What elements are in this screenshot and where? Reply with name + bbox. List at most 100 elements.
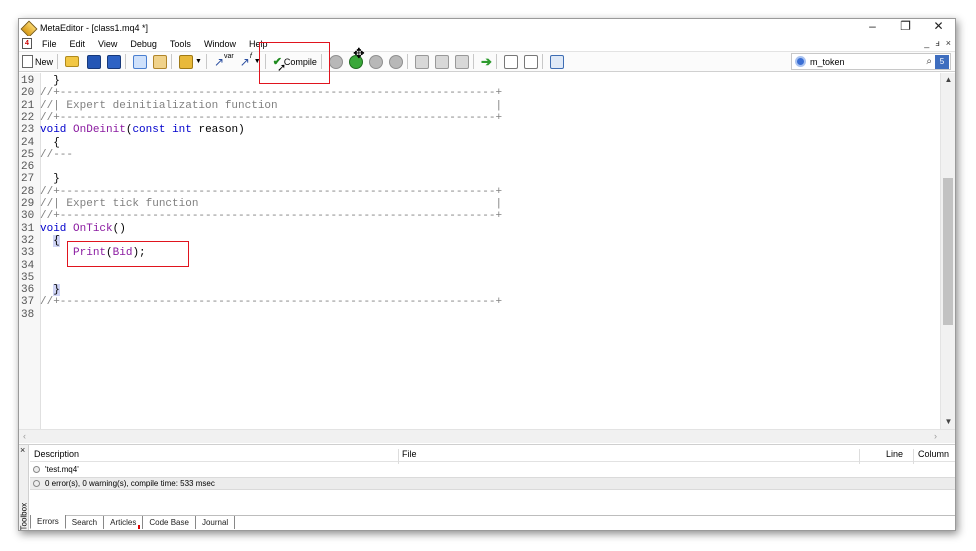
step-into-button[interactable] bbox=[414, 53, 429, 70]
folder-icon bbox=[65, 56, 80, 67]
code-line[interactable]: 21 //| Expert deinitialization function | bbox=[19, 100, 941, 112]
search-box[interactable]: m_token ⌕ 5 bbox=[791, 53, 951, 70]
find-button[interactable] bbox=[523, 53, 538, 70]
scroll-left-icon[interactable]: ‹ bbox=[23, 431, 26, 441]
copy-button[interactable] bbox=[503, 53, 518, 70]
code-text: //+-------------------------------------… bbox=[40, 185, 503, 198]
search-scope-icon[interactable] bbox=[795, 56, 806, 67]
scroll-right-icon[interactable]: › bbox=[934, 431, 937, 441]
mdi-minimize-button[interactable]: _ bbox=[924, 36, 929, 51]
code-text: //| Expert tick function | bbox=[40, 198, 503, 210]
code-line[interactable]: 26 bbox=[19, 161, 941, 173]
function-list-button[interactable]: ↗ f ▼ bbox=[240, 53, 261, 70]
start-real-button[interactable] bbox=[328, 53, 343, 70]
new-button[interactable]: New bbox=[22, 53, 53, 70]
code-line[interactable]: 23 void OnDeinit(const int reason) bbox=[19, 124, 941, 136]
open-button[interactable] bbox=[65, 53, 80, 70]
scroll-down-icon[interactable]: ▼ bbox=[941, 415, 955, 429]
line-number: 29 bbox=[21, 198, 35, 210]
code-line[interactable]: 28 //+-----------------------------------… bbox=[19, 186, 941, 198]
list-names-button[interactable]: ↗ var bbox=[214, 53, 234, 70]
code-line[interactable]: 24 { bbox=[19, 137, 941, 149]
mdi-close-button[interactable]: × bbox=[946, 36, 951, 51]
step-over-button[interactable] bbox=[434, 53, 449, 70]
pause-button[interactable] bbox=[368, 53, 383, 70]
horizontal-scrollbar[interactable]: ‹ › bbox=[19, 429, 955, 443]
step-into-icon bbox=[414, 54, 429, 69]
column-divider[interactable] bbox=[859, 449, 860, 464]
code-line[interactable]: 27 } bbox=[19, 173, 941, 185]
document-icon[interactable]: 4 bbox=[22, 38, 32, 49]
code-line[interactable]: 35 bbox=[19, 272, 941, 284]
code-text: { bbox=[53, 234, 60, 247]
code-line[interactable]: 19 } bbox=[19, 75, 941, 87]
vertical-scrollbar[interactable]: ▲ ▼ bbox=[940, 73, 955, 429]
code-line[interactable]: 29 //| Expert tick function | bbox=[19, 198, 941, 210]
tab-journal[interactable]: Journal bbox=[196, 516, 236, 529]
mdi-restore-button[interactable]: ⅎ bbox=[935, 36, 939, 51]
go-to-button[interactable]: ➔ bbox=[481, 53, 492, 70]
column-line[interactable]: Line bbox=[886, 449, 903, 459]
code-text: //| Expert deinitialization function | bbox=[40, 99, 503, 112]
code-line[interactable]: 25 //--- bbox=[19, 149, 941, 161]
code-text: } bbox=[53, 284, 60, 297]
toolbox-panel: × Toolbox Description File Line Column '… bbox=[19, 444, 955, 531]
column-column[interactable]: Column bbox=[918, 449, 949, 459]
minimize-button[interactable]: – bbox=[856, 19, 889, 36]
compile-highlight-box bbox=[259, 42, 330, 84]
toolbox-tabs: Errors Search Articles Code Base Journal bbox=[30, 515, 955, 529]
close-button[interactable]: ✕ bbox=[922, 19, 955, 36]
code-line[interactable]: 30 //+-----------------------------------… bbox=[19, 210, 941, 222]
restore-button[interactable]: ❐ bbox=[889, 19, 922, 36]
terminal-icon bbox=[549, 54, 564, 69]
code-line[interactable]: 31 void OnTick() bbox=[19, 223, 941, 235]
menu-window[interactable]: Window bbox=[198, 39, 243, 49]
metaeditor-window: MetaEditor - [class1.mq4 *] – ❐ ✕ 4 File… bbox=[18, 18, 956, 531]
code-line[interactable]: 20 //+-----------------------------------… bbox=[19, 87, 941, 99]
close-icon[interactable]: × bbox=[20, 446, 25, 455]
code-line[interactable]: 22 //+-----------------------------------… bbox=[19, 112, 941, 124]
menu-debug[interactable]: Debug bbox=[124, 39, 164, 49]
menu-tools[interactable]: Tools bbox=[164, 39, 198, 49]
title-bar: MetaEditor - [class1.mq4 *] – ❐ ✕ bbox=[19, 19, 955, 36]
tab-code-base[interactable]: Code Base bbox=[143, 516, 196, 529]
scroll-up-icon[interactable]: ▲ bbox=[941, 73, 955, 87]
tab-search[interactable]: Search bbox=[66, 516, 105, 529]
menu-view[interactable]: View bbox=[92, 39, 124, 49]
code-line[interactable]: 37 //+-----------------------------------… bbox=[19, 296, 941, 308]
search-input[interactable]: m_token bbox=[810, 57, 926, 67]
code-line[interactable]: 38 bbox=[19, 309, 941, 321]
menu-file[interactable]: File bbox=[36, 39, 64, 49]
terminal-button[interactable] bbox=[549, 53, 564, 70]
search-mql5-icon[interactable]: 5 bbox=[935, 54, 949, 69]
save-all-button[interactable] bbox=[107, 53, 122, 70]
menu-edit[interactable]: Edit bbox=[64, 39, 93, 49]
navigator-toggle[interactable] bbox=[133, 53, 148, 70]
code-text: //--- bbox=[40, 148, 74, 161]
column-divider[interactable] bbox=[398, 449, 399, 464]
column-divider[interactable] bbox=[913, 449, 914, 464]
line-number: 26 bbox=[21, 161, 35, 174]
list-item[interactable]: 0 error(s), 0 warning(s), compile time: … bbox=[30, 477, 955, 490]
column-description[interactable]: Description bbox=[34, 449, 79, 459]
list-item[interactable]: 'test.mq4' bbox=[30, 463, 955, 476]
line-number: 25 bbox=[21, 148, 35, 161]
line-number: 38 bbox=[21, 308, 35, 321]
toolbox-toggle[interactable] bbox=[153, 53, 168, 70]
code-line[interactable]: 36 } bbox=[19, 284, 941, 297]
line-number: 23 bbox=[21, 124, 35, 137]
tab-errors[interactable]: Errors bbox=[30, 515, 66, 529]
search-icon[interactable]: ⌕ bbox=[926, 56, 932, 67]
vertical-scroll-thumb[interactable] bbox=[943, 178, 953, 325]
stop-button[interactable] bbox=[388, 53, 403, 70]
mouse-pointer-icon: ➚ bbox=[277, 62, 287, 74]
list-item-text: 0 error(s), 0 warning(s), compile time: … bbox=[45, 479, 215, 488]
save-button[interactable] bbox=[87, 53, 102, 70]
styler-dropdown[interactable]: ▼ bbox=[179, 53, 202, 70]
move-cursor-icon: ✥ bbox=[353, 45, 365, 61]
toolbox-label: Toolbox bbox=[19, 502, 29, 531]
toolbox-sidebar: × Toolbox bbox=[19, 445, 29, 531]
step-out-button[interactable] bbox=[454, 53, 469, 70]
code-text: } bbox=[40, 173, 60, 186]
column-file[interactable]: File bbox=[402, 449, 417, 459]
